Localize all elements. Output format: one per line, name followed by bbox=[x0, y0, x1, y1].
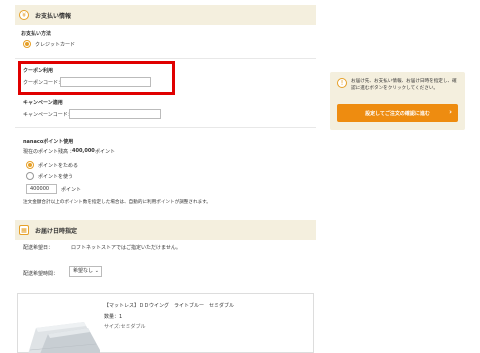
nanaco-balance-label: 現在のポイント残高 ： bbox=[23, 149, 75, 155]
campaign-code-input[interactable] bbox=[69, 109, 161, 119]
points-use-radio[interactable] bbox=[26, 172, 34, 180]
coupon-code-input[interactable] bbox=[60, 77, 151, 87]
divider bbox=[15, 58, 316, 59]
points-save-radio[interactable] bbox=[26, 161, 34, 169]
points-save-label: ポイントをためる bbox=[38, 163, 79, 169]
payment-section-title: お支払い情報 bbox=[35, 12, 72, 20]
delivery-section-title: お届け日時指定 bbox=[35, 227, 78, 235]
proceed-to-confirm-button[interactable]: 設定してご注文の確認に進む › bbox=[337, 104, 458, 122]
order-form: ¥ お支払い情報 お支払い方法 クレジットカード クーポン利用 クーポンコード：… bbox=[15, 0, 316, 353]
proceed-button-label: 設定してご注文の確認に進む bbox=[365, 110, 430, 117]
yen-coin-icon: ¥ bbox=[19, 10, 29, 20]
product-size: サイズ:セミダブル bbox=[104, 324, 146, 330]
product-card: 【マットレス】ＤＤウイング ライトブルー セミダブル 数量：1 サイズ:セミダブ… bbox=[17, 293, 314, 353]
points-amount-input[interactable] bbox=[26, 184, 57, 194]
delivery-date-value: ロフトネットストアではご指定いただけません。 bbox=[71, 245, 181, 251]
coupon-code-label: クーポンコード： bbox=[23, 80, 64, 86]
order-instruction-text: お届け先、お支払い情報、お届け日時を指定し、確認に進むボタンをクリックしてくださ… bbox=[351, 79, 457, 91]
campaign-title: キャンペーン適用 bbox=[23, 100, 63, 106]
delivery-time-label: 配送希望時間： bbox=[23, 271, 59, 277]
campaign-code-label: キャンペーンコード： bbox=[23, 112, 73, 118]
payment-section-header: ¥ お支払い情報 bbox=[15, 5, 316, 25]
points-amount-unit: ポイント bbox=[61, 187, 82, 193]
coupon-title: クーポン利用 bbox=[23, 68, 54, 74]
chevron-right-icon: › bbox=[449, 108, 452, 116]
credit-card-radio[interactable] bbox=[23, 40, 31, 48]
calendar-icon: ▦ bbox=[19, 225, 29, 235]
delivery-date-label: 配送希望日： bbox=[23, 245, 54, 251]
product-name: 【マットレス】ＤＤウイング ライトブルー セミダブル bbox=[104, 303, 235, 309]
delivery-time-value: 希望なし bbox=[73, 268, 94, 274]
order-sidebar: ! お届け先、お支払い情報、お届け日時を指定し、確認に進むボタンをクリックしてく… bbox=[330, 72, 465, 130]
mattress-image bbox=[28, 322, 100, 353]
divider bbox=[15, 127, 316, 128]
delivery-time-select[interactable]: 希望なし ⌄ bbox=[69, 266, 102, 277]
info-icon: ! bbox=[337, 78, 347, 88]
delivery-section-header: ▦ お届け日時指定 bbox=[15, 220, 316, 240]
product-quantity: 数量：1 bbox=[104, 314, 123, 320]
nanaco-balance-value: 400,000 bbox=[72, 148, 95, 154]
chevron-down-icon: ⌄ bbox=[94, 268, 99, 274]
points-use-label: ポイントを使う bbox=[38, 174, 74, 180]
credit-card-label: クレジットカード bbox=[35, 42, 76, 48]
nanaco-note: 注文金額合計以上のポイント数を指定した場合は、自動的に利用ポイントが調整されます… bbox=[23, 200, 211, 205]
nanaco-balance-unit: ポイント bbox=[95, 149, 116, 155]
nanaco-title: nanacoポイント使用 bbox=[23, 139, 74, 145]
payment-method-label: お支払い方法 bbox=[21, 31, 52, 37]
